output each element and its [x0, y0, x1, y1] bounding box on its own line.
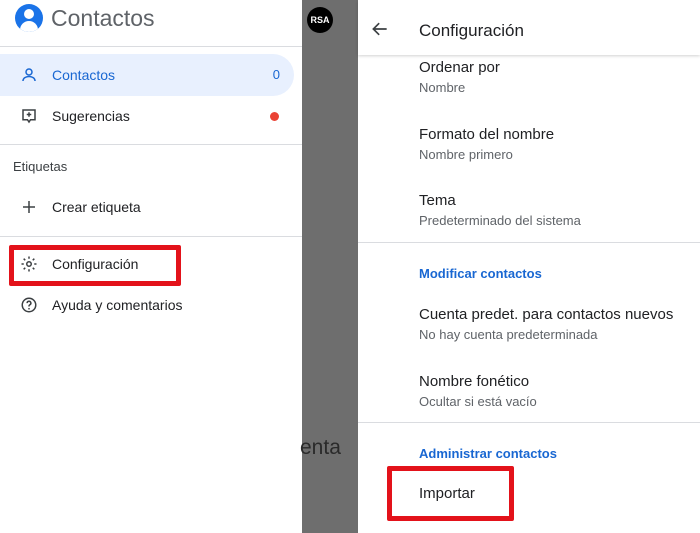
settings-panel: Configuración Ordenar por Nombre Formato… [358, 0, 700, 533]
setting-value: Ocultar si está vacío [419, 394, 537, 409]
setting-value: Nombre [419, 80, 466, 95]
section-label: Etiquetas [13, 159, 68, 174]
setting-value: Predeterminado del sistema [419, 213, 581, 228]
app-title: Contactos [51, 5, 155, 31]
divider [0, 236, 302, 237]
setting-tema[interactable]: Tema Predeterminado del sistema [358, 192, 700, 246]
notification-dot [270, 112, 279, 121]
setting-value: No hay cuenta predeterminada [419, 327, 598, 342]
drawer-item-label: Ayuda y comentarios [52, 297, 183, 313]
setting-title: Ordenar por [419, 59, 500, 76]
drawer-item-contactos[interactable]: Contactos 0 [0, 54, 294, 96]
drawer-item-sugerencias[interactable]: Sugerencias [0, 95, 294, 137]
drawer-item-label: Sugerencias [52, 108, 130, 124]
setting-formato-nombre[interactable]: Formato del nombre Nombre primero [358, 126, 700, 180]
divider [0, 46, 302, 47]
highlight-box [9, 245, 181, 286]
suggestion-icon [22, 109, 36, 124]
section-header: Modificar contactos [419, 266, 542, 281]
contacts-count: 0 [272, 67, 280, 82]
contacts-logo-icon [15, 4, 43, 32]
setting-value: Nombre primero [419, 147, 513, 162]
drawer-item-crear-etiqueta[interactable]: Crear etiqueta [0, 186, 294, 228]
settings-top-bar: Configuración [358, 0, 700, 55]
divider [0, 144, 302, 145]
person-icon [22, 68, 36, 82]
setting-title: Cuenta predet. para contactos nuevos [419, 306, 674, 323]
setting-title: Tema [419, 192, 456, 209]
page-title: Configuración [419, 21, 524, 40]
highlight-box [387, 466, 514, 521]
setting-cuenta-predeterminada[interactable]: Cuenta predet. para contactos nuevos No … [358, 306, 700, 360]
avatar: RSA [307, 7, 333, 33]
help-icon [21, 297, 37, 313]
setting-title: Nombre fonético [419, 373, 530, 390]
setting-nombre-fonetico[interactable]: Nombre fonético Ocultar si está vacío [358, 373, 700, 427]
setting-ordenar-por[interactable]: Ordenar por Nombre [358, 59, 700, 113]
section-header: Administrar contactos [419, 446, 557, 461]
drawer-item-label: Contactos [52, 67, 116, 83]
back-arrow-icon[interactable] [370, 19, 390, 39]
drawer-item-label: Crear etiqueta [52, 199, 141, 215]
drawer-item-ayuda[interactable]: Ayuda y comentarios [0, 284, 294, 326]
divider [358, 242, 700, 243]
setting-title: Formato del nombre [419, 126, 555, 143]
divider [358, 422, 700, 423]
drawer-header: Contactos [0, 0, 302, 40]
background-text: enta [300, 436, 341, 459]
plus-icon [23, 201, 35, 213]
